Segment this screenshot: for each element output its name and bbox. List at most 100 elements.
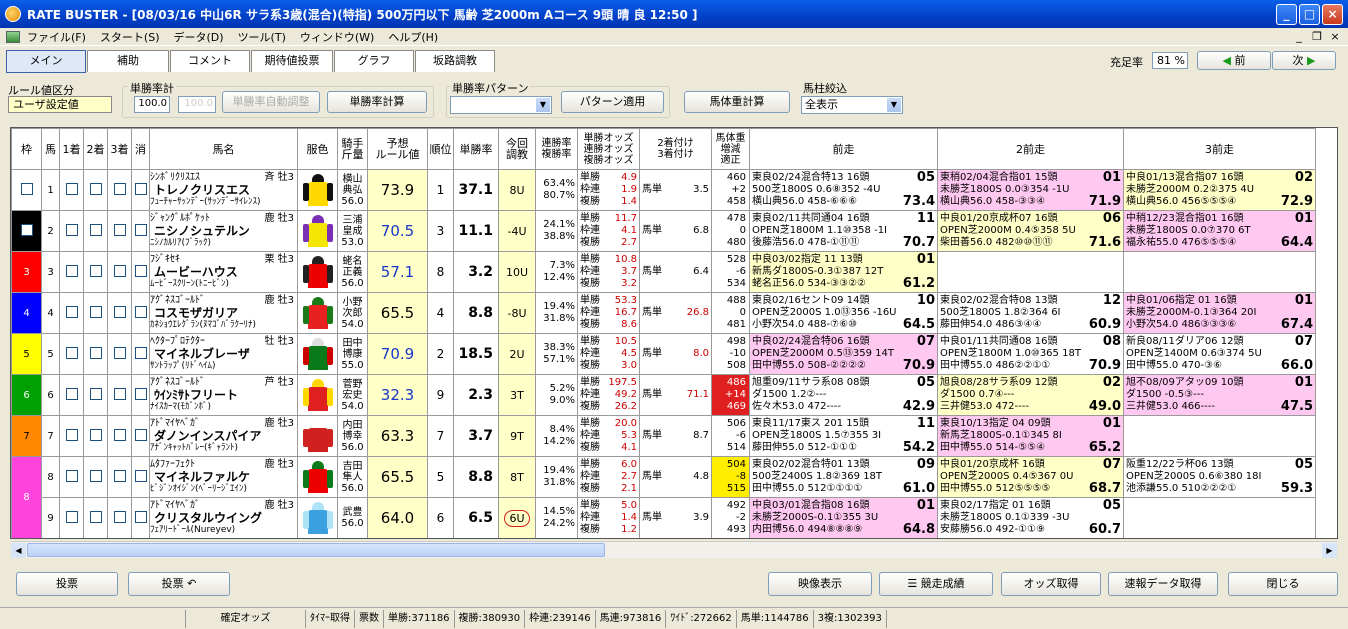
horse-name-cell[interactable]: ｱﾄﾞﾏｲﾔﾍﾞｶﾞ鹿 牡3 クリスタルウイング ﾌｪｱﾘｰﾄﾞｰﾙ(Nurey… <box>149 497 298 538</box>
prev-race-2[interactable]: 東稍02/04混合指01 15頭 01 未勝芝1800S 0.0③354 -1U … <box>937 169 1124 211</box>
first-check-cell[interactable] <box>59 292 84 334</box>
prev-race-3[interactable]: 中稍12/23混合指01 16頭 01 未勝芝1800S 0.0⑦370 6T 福… <box>1123 210 1316 252</box>
horse-name-cell[interactable]: ｼﾞｬﾝｸﾞﾙﾎﾟｹｯﾄ鹿 牡3 ニシノシュテルン ﾆｼﾉｶﾙﾘｱ(ﾌﾞﾗｯｸ) <box>149 210 298 252</box>
prev-race-1[interactable]: 東良02/24混合特13 16頭 05 500芝1800S 0.6⑧352 -4U… <box>749 169 938 211</box>
scroll-left-icon[interactable]: ◀ <box>11 543 26 558</box>
second-check-cell[interactable] <box>83 169 108 211</box>
second-check-cell[interactable] <box>83 210 108 252</box>
waku-checkbox[interactable] <box>20 182 33 195</box>
erase-check-cell[interactable] <box>131 292 150 334</box>
third-checkbox[interactable] <box>113 346 126 359</box>
second-checkbox[interactable] <box>89 182 102 195</box>
first-checkbox[interactable] <box>65 428 78 441</box>
prev-race-3[interactable] <box>1123 497 1316 538</box>
win-rate-cell[interactable]: 8.8 <box>453 456 499 498</box>
third-check-cell[interactable] <box>107 210 132 252</box>
first-check-cell[interactable] <box>59 415 84 457</box>
second-checkbox[interactable] <box>89 305 102 318</box>
erase-checkbox[interactable] <box>134 223 147 236</box>
menu-data[interactable]: データ(D) <box>167 29 231 45</box>
second-checkbox[interactable] <box>89 469 102 482</box>
menu-file[interactable]: ファイル(F) <box>20 29 93 45</box>
second-check-cell[interactable] <box>83 497 108 538</box>
first-checkbox[interactable] <box>65 223 78 236</box>
third-check-cell[interactable] <box>107 456 132 498</box>
prev-race-2[interactable]: 中良01/20京成杯07 16頭 06 OPEN芝2000M 0.4⑤358 5U… <box>937 210 1124 252</box>
table-row[interactable]: 4 4 ｱｸﾞﾈｽｺﾞｰﾙﾄﾞ鹿 牡3 コスモザガリア ｶﾈｼｮｳｴﾚｸﾞﾗﾝ(… <box>11 292 1316 334</box>
erase-checkbox[interactable] <box>134 182 147 195</box>
odds-fetch-button[interactable]: オッズ取得 <box>1001 572 1101 596</box>
results-button[interactable]: ☰ 競走成績 <box>879 572 993 596</box>
close-window-button[interactable]: 閉じる <box>1228 572 1338 596</box>
prev-race-1[interactable]: 東良11/17東ス 201 15頭 11 OPEN芝1800S 1.5⑦355 3… <box>749 415 938 457</box>
third-checkbox[interactable] <box>113 264 126 277</box>
third-check-cell[interactable] <box>107 497 132 538</box>
first-check-cell[interactable] <box>59 333 84 375</box>
pattern-apply-button[interactable]: パターン適用 <box>561 91 664 113</box>
third-checkbox[interactable] <box>113 223 126 236</box>
rule-value-cell[interactable]: 57.1 <box>367 251 428 293</box>
erase-checkbox[interactable] <box>134 346 147 359</box>
prev-race-3[interactable] <box>1123 415 1316 457</box>
tab-graph[interactable]: グラフ <box>334 50 414 72</box>
third-checkbox[interactable] <box>113 305 126 318</box>
rule-value-cell[interactable]: 73.9 <box>367 169 428 211</box>
table-row[interactable]: 2 2 ｼﾞｬﾝｸﾞﾙﾎﾟｹｯﾄ鹿 牡3 ニシノシュテルン ﾆｼﾉｶﾙﾘｱ(ﾌﾞ… <box>11 210 1316 252</box>
first-checkbox[interactable] <box>65 346 78 359</box>
menu-start[interactable]: スタート(S) <box>93 29 167 45</box>
prev-race-2[interactable]: 東良10/13指定 04 09頭 01 新馬芝1800S-0.1①345 8I 田… <box>937 415 1124 457</box>
next-button[interactable]: 次 ▶ <box>1272 51 1336 70</box>
erase-checkbox[interactable] <box>134 510 147 523</box>
third-check-cell[interactable] <box>107 374 132 416</box>
horse-name-cell[interactable]: ｱｸﾞﾈｽｺﾞｰﾙﾄﾞ芦 牡3 ｳｲﾝﾐｻﾄフリート ﾅｲｽｶｰﾏ(ﾓｶﾞﾝﾎﾞ… <box>149 374 298 416</box>
scroll-thumb[interactable] <box>27 543 605 557</box>
prev-race-1[interactable]: 東良02/02混合特01 13頭 09 500芝2400S 1.8②369 18T… <box>749 456 938 498</box>
erase-checkbox[interactable] <box>134 305 147 318</box>
prev-race-2[interactable]: 中良01/11共同通08 16頭 08 OPEN芝1800M 1.0⑩365 18… <box>937 333 1124 375</box>
tab-comment[interactable]: コメント <box>170 50 250 72</box>
third-checkbox[interactable] <box>113 182 126 195</box>
horse-name-cell[interactable]: ｱｸﾞﾈｽｺﾞｰﾙﾄﾞ鹿 牡3 コスモザガリア ｶﾈｼｮｳｴﾚｸﾞﾗﾝ(ﾇﾏｺﾞ… <box>149 292 298 334</box>
mdi-minimize-button[interactable]: _ <box>1290 30 1308 43</box>
first-checkbox[interactable] <box>65 305 78 318</box>
first-check-cell[interactable] <box>59 497 84 538</box>
horse-name-cell[interactable]: ﾍｸﾀｰﾌﾟﾛﾃｸﾀｰ牡 牡3 マイネルブレーザ ｻﾝﾄﾗｯﾌﾟ(ﾘﾄﾞﾍｲﾑ) <box>149 333 298 375</box>
erase-checkbox[interactable] <box>134 428 147 441</box>
win-rate-cell[interactable]: 37.1 <box>453 169 499 211</box>
scroll-right-icon[interactable]: ▶ <box>1322 543 1337 558</box>
close-button[interactable]: × <box>1322 4 1343 25</box>
prev-race-3[interactable] <box>1123 251 1316 293</box>
first-checkbox[interactable] <box>65 264 78 277</box>
win-calc-button[interactable]: 単勝率計算 <box>327 91 427 113</box>
rule-value-cell[interactable]: 63.3 <box>367 415 428 457</box>
minimize-button[interactable]: _ <box>1276 4 1297 25</box>
first-check-cell[interactable] <box>59 169 84 211</box>
prev-race-2[interactable]: 中良01/20京成杯 16頭 07 OPEN芝2000S 0.4⑤367 0U 田… <box>937 456 1124 498</box>
horizontal-scrollbar[interactable]: ◀ ▶ <box>11 541 1337 558</box>
third-checkbox[interactable] <box>113 510 126 523</box>
prev-race-2[interactable]: 旭良08/28サラ系09 12頭 02 ダ1500 0.7④--- 三井健53.0… <box>937 374 1124 416</box>
prev-race-1[interactable]: 中良03/02指定 11 13頭 01 新馬ダ1800S-0.3①387 12T … <box>749 251 938 293</box>
first-checkbox[interactable] <box>65 387 78 400</box>
rule-value[interactable]: ユーザ設定値 <box>8 96 112 113</box>
erase-checkbox[interactable] <box>134 264 147 277</box>
third-check-cell[interactable] <box>107 169 132 211</box>
second-check-cell[interactable] <box>83 374 108 416</box>
second-checkbox[interactable] <box>89 387 102 400</box>
win-total-input[interactable]: 100.0 <box>134 96 170 113</box>
prev-race-1[interactable]: 東良02/16セント09 14頭 10 OPEN芝2000S 1.0⑬356 -1… <box>749 292 938 334</box>
prev-race-1[interactable]: 中良03/01混合指08 16頭 01 未勝芝2000S-0.1①355 3U 内… <box>749 497 938 538</box>
third-checkbox[interactable] <box>113 387 126 400</box>
auto-adjust-button[interactable]: 単勝率自動調整 <box>222 91 320 113</box>
fast-data-button[interactable]: 速報データ取得 <box>1108 572 1218 596</box>
win-rate-cell[interactable]: 11.1 <box>453 210 499 252</box>
rule-value-cell[interactable]: 70.9 <box>367 333 428 375</box>
weight-calc-button[interactable]: 馬体重計算 <box>684 91 790 113</box>
table-row[interactable]: 1 1 ｼﾝﾎﾞﾘｸﾘｽｴｽ斉 牡3 トレノクリスエス ﾌｭｰﾁｬｰｻｯﾝﾃﾞｰ… <box>11 169 1316 211</box>
filter-select[interactable]: 全表示 ▼ <box>801 96 903 114</box>
first-checkbox[interactable] <box>65 182 78 195</box>
tab-main[interactable]: メイン <box>6 50 86 73</box>
prev-race-1[interactable]: 中良02/24混合特06 16頭 07 OPEN芝2000M 0.5⑬359 14… <box>749 333 938 375</box>
vote-button[interactable]: 投票 <box>16 572 118 596</box>
table-row[interactable]: 6 6 ｱｸﾞﾈｽｺﾞｰﾙﾄﾞ芦 牡3 ｳｲﾝﾐｻﾄフリート ﾅｲｽｶｰﾏ(ﾓｶ… <box>11 374 1316 416</box>
